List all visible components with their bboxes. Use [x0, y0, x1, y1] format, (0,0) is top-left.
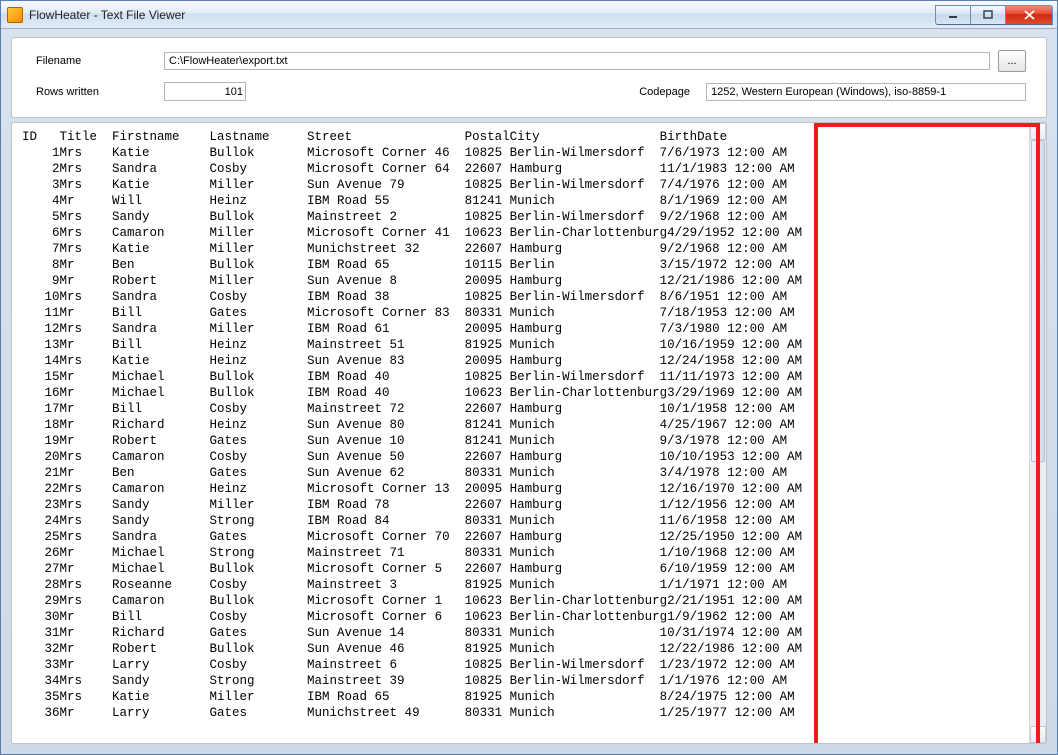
maximize-button[interactable]: [970, 5, 1006, 25]
app-icon: [7, 7, 23, 23]
codepage-input[interactable]: [706, 83, 1026, 101]
window-buttons: [936, 5, 1053, 25]
window-title: FlowHeater - Text File Viewer: [29, 8, 936, 22]
minimize-icon: [948, 10, 958, 20]
minimize-button[interactable]: [935, 5, 971, 25]
filename-input[interactable]: [164, 52, 990, 70]
scroll-track[interactable]: [1030, 140, 1046, 726]
browse-button[interactable]: ...: [998, 50, 1026, 72]
vertical-scrollbar[interactable]: ▲ ▼: [1029, 123, 1046, 743]
rows-written-value: 101: [225, 86, 243, 98]
form-panel: Filename ... Rows written 101 Codepage: [11, 37, 1047, 118]
maximize-icon: [983, 10, 993, 20]
rows-written-input[interactable]: 101: [164, 82, 246, 101]
close-icon: [1024, 10, 1035, 20]
scroll-up-button[interactable]: ▲: [1030, 123, 1046, 140]
text-content[interactable]: ID Title Firstname Lastname Street Posta…: [12, 123, 1029, 743]
client-area: Filename ... Rows written 101 Codepage I…: [1, 29, 1057, 754]
filename-label: Filename: [36, 55, 156, 67]
scroll-down-button[interactable]: ▼: [1030, 726, 1046, 743]
titlebar[interactable]: FlowHeater - Text File Viewer: [1, 1, 1057, 29]
filename-row: Filename ...: [36, 50, 1026, 72]
rows-codepage-row: Rows written 101 Codepage: [36, 82, 1026, 101]
data-panel: ID Title Firstname Lastname Street Posta…: [11, 122, 1047, 744]
codepage-label: Codepage: [639, 86, 698, 98]
app-window: FlowHeater - Text File Viewer Filename .…: [0, 0, 1058, 755]
rows-written-label: Rows written: [36, 86, 156, 98]
scroll-thumb[interactable]: [1031, 140, 1045, 462]
close-button[interactable]: [1005, 5, 1053, 25]
